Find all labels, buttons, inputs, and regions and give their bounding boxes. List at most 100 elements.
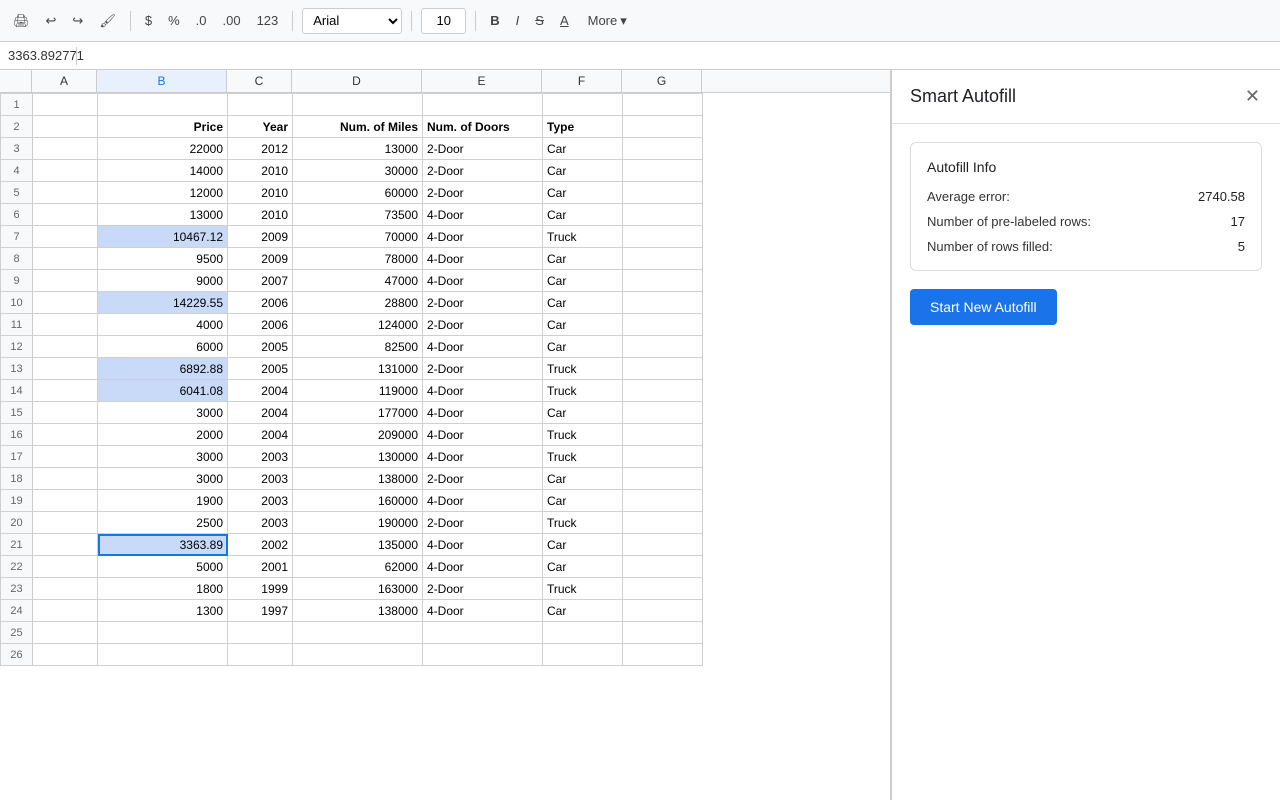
cell-a26[interactable] bbox=[33, 644, 98, 666]
cell-c7[interactable]: 2009 bbox=[228, 226, 293, 248]
cell-e22[interactable]: 4-Door bbox=[423, 556, 543, 578]
cell-e14[interactable]: 4-Door bbox=[423, 380, 543, 402]
cell-c13[interactable]: 2005 bbox=[228, 358, 293, 380]
cell-b24[interactable]: 1300 bbox=[98, 600, 228, 622]
underline-button[interactable]: A bbox=[555, 10, 574, 31]
cell-a14[interactable] bbox=[33, 380, 98, 402]
cell-e7[interactable]: 4-Door bbox=[423, 226, 543, 248]
cell-g7[interactable] bbox=[623, 226, 703, 248]
cell-c23[interactable]: 1999 bbox=[228, 578, 293, 600]
font-size-input[interactable] bbox=[421, 8, 466, 34]
cell-b15[interactable]: 3000 bbox=[98, 402, 228, 424]
cell-g20[interactable] bbox=[623, 512, 703, 534]
cell-b5[interactable]: 12000 bbox=[98, 182, 228, 204]
paint-format-button[interactable]: 🖌 bbox=[94, 10, 121, 32]
cell-d15[interactable]: 177000 bbox=[293, 402, 423, 424]
cell-g13[interactable] bbox=[623, 358, 703, 380]
cell-g26[interactable] bbox=[623, 644, 703, 666]
redo-button[interactable]: ↪ bbox=[67, 10, 88, 32]
cell-f3[interactable]: Car bbox=[543, 138, 623, 160]
cell-b1[interactable] bbox=[98, 94, 228, 116]
cell-e17[interactable]: 4-Door bbox=[423, 446, 543, 468]
start-new-autofill-button[interactable]: Start New Autofill bbox=[910, 289, 1057, 325]
col-header-e[interactable]: E bbox=[422, 70, 542, 92]
cell-c24[interactable]: 1997 bbox=[228, 600, 293, 622]
cell-e23[interactable]: 2-Door bbox=[423, 578, 543, 600]
cell-g8[interactable] bbox=[623, 248, 703, 270]
cell-g15[interactable] bbox=[623, 402, 703, 424]
cell-f2[interactable]: Type bbox=[543, 116, 623, 138]
cell-a18[interactable] bbox=[33, 468, 98, 490]
cell-e4[interactable]: 2-Door bbox=[423, 160, 543, 182]
cell-d23[interactable]: 163000 bbox=[293, 578, 423, 600]
cell-c26[interactable] bbox=[228, 644, 293, 666]
cell-f13[interactable]: Truck bbox=[543, 358, 623, 380]
cell-c16[interactable]: 2004 bbox=[228, 424, 293, 446]
cell-g22[interactable] bbox=[623, 556, 703, 578]
cell-c21[interactable]: 2002 bbox=[228, 534, 293, 556]
cell-f9[interactable]: Car bbox=[543, 270, 623, 292]
cell-a9[interactable] bbox=[33, 270, 98, 292]
cell-f10[interactable]: Car bbox=[543, 292, 623, 314]
cell-a24[interactable] bbox=[33, 600, 98, 622]
cell-d12[interactable]: 82500 bbox=[293, 336, 423, 358]
cell-d21[interactable]: 135000 bbox=[293, 534, 423, 556]
cell-a16[interactable] bbox=[33, 424, 98, 446]
cell-e2[interactable]: Num. of Doors bbox=[423, 116, 543, 138]
cell-a22[interactable] bbox=[33, 556, 98, 578]
cell-d5[interactable]: 60000 bbox=[293, 182, 423, 204]
cell-b14[interactable]: 6041.08 bbox=[98, 380, 228, 402]
cell-d16[interactable]: 209000 bbox=[293, 424, 423, 446]
cell-f5[interactable]: Car bbox=[543, 182, 623, 204]
cell-a25[interactable] bbox=[33, 622, 98, 644]
cell-c18[interactable]: 2003 bbox=[228, 468, 293, 490]
cell-b7[interactable]: 10467.12 bbox=[98, 226, 228, 248]
font-selector[interactable]: Arial bbox=[302, 8, 402, 34]
cell-a13[interactable] bbox=[33, 358, 98, 380]
cell-c3[interactable]: 2012 bbox=[228, 138, 293, 160]
cell-a2[interactable] bbox=[33, 116, 98, 138]
cell-c22[interactable]: 2001 bbox=[228, 556, 293, 578]
cell-a8[interactable] bbox=[33, 248, 98, 270]
cell-d3[interactable]: 13000 bbox=[293, 138, 423, 160]
cell-f8[interactable]: Car bbox=[543, 248, 623, 270]
cell-g2[interactable] bbox=[623, 116, 703, 138]
cell-d19[interactable]: 160000 bbox=[293, 490, 423, 512]
cell-f23[interactable]: Truck bbox=[543, 578, 623, 600]
cell-c5[interactable]: 2010 bbox=[228, 182, 293, 204]
col-header-b[interactable]: B bbox=[97, 70, 227, 92]
more-button[interactable]: More ▾ bbox=[580, 10, 635, 32]
undo-button[interactable]: ↩ bbox=[41, 10, 62, 32]
cell-f17[interactable]: Truck bbox=[543, 446, 623, 468]
cell-e1[interactable] bbox=[423, 94, 543, 116]
cell-f16[interactable]: Truck bbox=[543, 424, 623, 446]
cell-e26[interactable] bbox=[423, 644, 543, 666]
cell-f7[interactable]: Truck bbox=[543, 226, 623, 248]
col-header-a[interactable]: A bbox=[32, 70, 97, 92]
strikethrough-button[interactable]: S bbox=[530, 10, 549, 31]
cell-c9[interactable]: 2007 bbox=[228, 270, 293, 292]
cell-b11[interactable]: 4000 bbox=[98, 314, 228, 336]
col-header-g[interactable]: G bbox=[622, 70, 702, 92]
cell-c17[interactable]: 2003 bbox=[228, 446, 293, 468]
cell-b9[interactable]: 9000 bbox=[98, 270, 228, 292]
cell-g9[interactable] bbox=[623, 270, 703, 292]
cell-c25[interactable] bbox=[228, 622, 293, 644]
cell-f4[interactable]: Car bbox=[543, 160, 623, 182]
decimal00-button[interactable]: .00 bbox=[217, 10, 245, 31]
cell-g12[interactable] bbox=[623, 336, 703, 358]
dollar-button[interactable]: $ bbox=[140, 10, 157, 31]
cell-f19[interactable]: Car bbox=[543, 490, 623, 512]
cell-a12[interactable] bbox=[33, 336, 98, 358]
cell-b23[interactable]: 1800 bbox=[98, 578, 228, 600]
cell-e20[interactable]: 2-Door bbox=[423, 512, 543, 534]
cell-b21[interactable]: 3363.89 bbox=[98, 534, 228, 556]
cell-c12[interactable]: 2005 bbox=[228, 336, 293, 358]
cell-f24[interactable]: Car bbox=[543, 600, 623, 622]
cell-a20[interactable] bbox=[33, 512, 98, 534]
cell-a7[interactable] bbox=[33, 226, 98, 248]
print-button[interactable]: 🖨 bbox=[8, 10, 35, 32]
cell-c8[interactable]: 2009 bbox=[228, 248, 293, 270]
cell-g25[interactable] bbox=[623, 622, 703, 644]
cell-g24[interactable] bbox=[623, 600, 703, 622]
